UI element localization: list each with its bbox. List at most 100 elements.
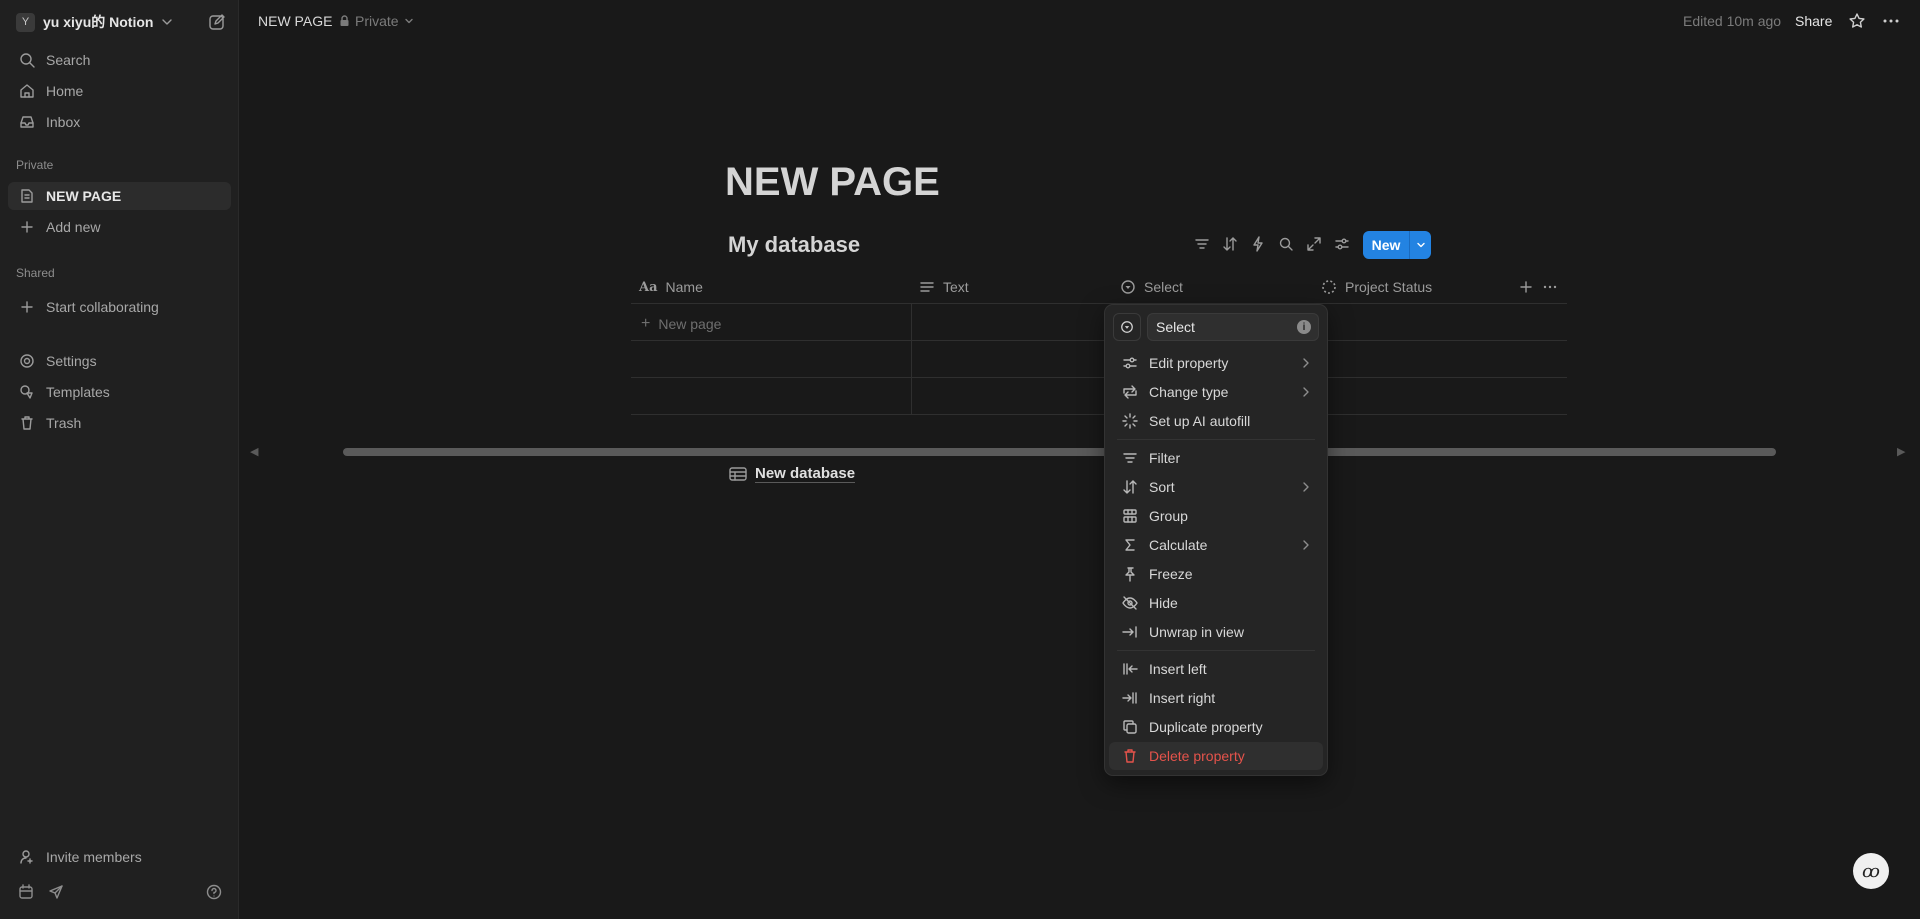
invite-user-icon [18,848,36,866]
info-icon[interactable]: i [1297,320,1311,334]
menu-item-insert-left[interactable]: Insert left [1109,655,1323,683]
column-header-project-status[interactable]: Project Status [1321,270,1432,304]
edited-timestamp: Edited 10m ago [1683,13,1782,29]
sidebar-item-search[interactable]: Search [8,46,231,74]
menu-item-set-up-ai-autofill[interactable]: Set up AI autofill [1109,407,1323,435]
menu-item-label: Change type [1149,384,1229,400]
privacy-badge[interactable]: Private [339,13,419,29]
linked-database-title[interactable]: New database [755,465,856,483]
filter-icon [1121,449,1139,467]
sidebar-item-label: Trash [46,415,82,431]
sidebar-item-invite-members[interactable]: Invite members [8,843,231,871]
page-title[interactable]: NEW PAGE [725,160,940,205]
table-row[interactable]: + New page [631,304,1567,341]
menu-item-insert-right[interactable]: Insert right [1109,684,1323,712]
menu-item-calculate[interactable]: Calculate [1109,531,1323,559]
column-label: Select [1144,279,1183,295]
settings-sliders-icon[interactable] [1334,236,1350,252]
menu-item-freeze[interactable]: Freeze [1109,560,1323,588]
sidebar-item-trash[interactable]: Trash [8,409,231,437]
search-icon[interactable] [1278,236,1294,252]
chevron-down-icon [404,18,413,24]
sidebar-item-add-new[interactable]: Add new [8,213,231,241]
menu-item-unwrap-in-view[interactable]: Unwrap in view [1109,618,1323,646]
scroll-left-icon[interactable]: ◀ [250,445,258,458]
sidebar-item-label: Inbox [46,114,81,130]
sort-icon [1121,478,1139,496]
new-record-button[interactable]: New [1363,231,1431,259]
sidebar-item-home[interactable]: Home [8,77,231,105]
database-title[interactable]: My database [728,232,860,258]
menu-divider [1117,439,1315,440]
menu-item-edit-property[interactable]: Edit property [1109,349,1323,377]
templates-icon [18,383,36,401]
menu-divider [1117,650,1315,651]
calendar-icon[interactable] [18,884,34,900]
shared-section-label: Shared [16,266,55,280]
scroll-right-icon[interactable]: ▶ [1897,445,1905,458]
trash-icon [1121,747,1139,765]
chevron-right-icon [1301,357,1311,369]
group-icon [1121,507,1139,525]
help-icon[interactable] [206,884,222,900]
column-header-name[interactable]: Aa Name [639,270,703,304]
new-page-label: New page [658,316,722,332]
chevron-down-icon[interactable] [1409,231,1431,259]
table-row[interactable] [631,341,1567,378]
new-page-row-button[interactable]: + New page [641,315,721,333]
trash-icon [18,414,36,432]
sidebar-item-inbox[interactable]: Inbox [8,108,231,136]
more-icon[interactable] [1882,14,1900,28]
workspace-name: yu xiyu的 Notion [43,14,154,30]
add-column-icon[interactable] [1519,270,1533,304]
property-context-menu: i Edit property Change type Set up AI au… [1105,305,1327,775]
compose-icon[interactable] [208,13,226,31]
automation-icon[interactable] [1250,236,1266,252]
menu-item-label: Insert left [1149,661,1207,677]
change-type-icon [1121,383,1139,401]
home-icon [18,82,36,100]
menu-item-duplicate-property[interactable]: Duplicate property [1109,713,1323,741]
menu-item-hide[interactable]: Hide [1109,589,1323,617]
column-label: Name [665,279,703,295]
more-icon[interactable] [1543,270,1557,304]
breadcrumb[interactable]: NEW PAGE [258,13,332,29]
sidebar-item-new-page[interactable]: NEW PAGE [8,182,231,210]
menu-item-change-type[interactable]: Change type [1109,378,1323,406]
table-row[interactable] [631,378,1567,415]
sidebar-item-settings[interactable]: Settings [8,347,231,375]
sidebar-item-templates[interactable]: Templates [8,378,231,406]
property-name-input[interactable] [1147,313,1319,341]
expand-icon[interactable] [1306,236,1322,252]
page-icon [18,187,36,205]
property-type-button[interactable] [1113,313,1141,341]
sidebar-item-label: Home [46,83,84,99]
sort-icon[interactable] [1222,236,1238,252]
linked-database[interactable]: New database [729,465,856,483]
filter-icon[interactable] [1194,236,1210,252]
menu-item-sort[interactable]: Sort [1109,473,1323,501]
workspace-avatar: Y [16,12,35,32]
menu-item-group[interactable]: Group [1109,502,1323,530]
star-icon[interactable] [1848,12,1866,30]
column-header-text[interactable]: Text [919,270,969,304]
sidebar-item-label: Templates [46,384,110,400]
horizontal-scrollbar[interactable] [343,448,1776,456]
inbox-icon [18,113,36,131]
plus-icon: + [641,315,651,332]
menu-item-filter[interactable]: Filter [1109,444,1323,472]
table-header: Aa Name Text Select Project Status [631,270,1567,304]
menu-item-label: Duplicate property [1149,719,1263,735]
column-header-select[interactable]: Select [1120,270,1183,304]
menu-item-delete-property[interactable]: Delete property [1109,742,1323,770]
new-button-label[interactable]: New [1363,231,1409,259]
title-icon: Aa [639,279,658,295]
sidebar-item-start-collaborating[interactable]: Start collaborating [8,293,231,321]
notion-ai-button[interactable]: ꝏ [1853,853,1889,889]
menu-item-label: Hide [1149,595,1178,611]
send-icon[interactable] [48,884,64,900]
menu-item-label: Unwrap in view [1149,624,1244,640]
workspace-switcher[interactable]: Y yu xiyu的 Notion [16,10,226,34]
chevron-right-icon [1301,481,1311,493]
share-button[interactable]: Share [1795,13,1832,29]
